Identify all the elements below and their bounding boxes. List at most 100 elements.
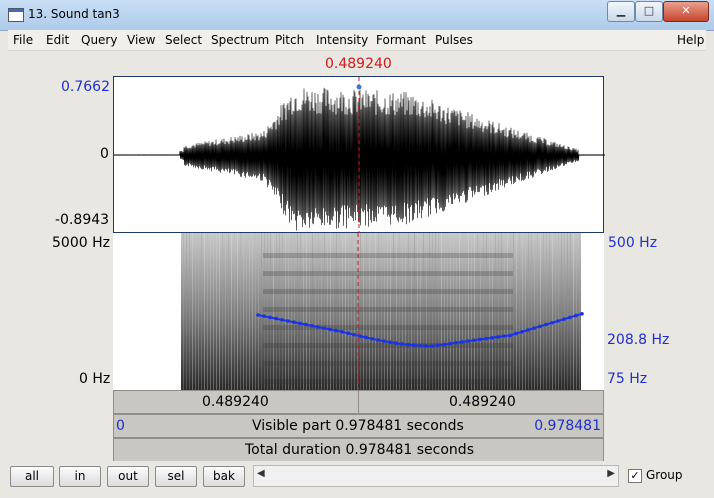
pitch-point [334, 328, 338, 333]
pitch-point [568, 315, 572, 320]
window-title: 13. Sound tan3 [28, 7, 120, 21]
waveform-plot [114, 77, 605, 234]
pitch-point [388, 340, 392, 345]
zoom-sel-button[interactable]: sel [155, 466, 197, 487]
spectrogram-plot [181, 233, 584, 390]
pitch-point [328, 327, 332, 332]
pitch-point [520, 330, 524, 334]
group-label: Group [646, 468, 683, 482]
spec-top-freq-label: 5000 Hz [52, 235, 110, 251]
pitch-point [442, 342, 446, 347]
time-segment-left-label: 0.489240 [202, 394, 269, 410]
group-checkbox[interactable]: ✓ [628, 469, 642, 483]
pitch-point [316, 325, 320, 329]
pitch-point [286, 319, 290, 323]
pitch-point [262, 314, 266, 318]
pitch-point [484, 336, 488, 341]
pitch-point [580, 312, 584, 316]
pitch-point [352, 332, 356, 337]
pitch-point [376, 338, 380, 342]
pitch-point [424, 344, 428, 348]
pitch-point [418, 343, 422, 348]
pitch-point [292, 320, 296, 324]
pitch-point [298, 321, 302, 326]
pitch-point [550, 321, 554, 325]
pitch-point [364, 335, 368, 340]
pitch-point [310, 324, 314, 328]
menu-view[interactable]: View [127, 33, 155, 47]
title-bar: 13. Sound tan3 ▁ □ ✕ [0, 0, 714, 31]
menu-formant[interactable]: Formant [376, 33, 426, 47]
visible-start-label: 0 [116, 418, 125, 434]
waveform-min-label: -0.8943 [55, 212, 110, 228]
time-segment-right-label: 0.489240 [449, 394, 516, 410]
pitch-point [526, 328, 530, 332]
scroll-right-icon[interactable]: ▶ [607, 468, 615, 479]
menu-spectrum[interactable]: Spectrum [211, 33, 269, 47]
pitch-value-label: 208.8 Hz [607, 332, 670, 348]
pitch-top-label: 500 Hz [608, 235, 658, 251]
pitch-point [544, 322, 548, 327]
pitch-point [514, 331, 518, 336]
pitch-point [508, 333, 512, 338]
time-segment-left[interactable]: 0.489240 [113, 390, 359, 414]
minimize-button[interactable]: ▁ [607, 1, 635, 22]
menu-select[interactable]: Select [165, 33, 202, 47]
pitch-point [454, 340, 458, 345]
zoom-out-button[interactable]: out [107, 466, 149, 487]
pitch-point [400, 342, 404, 346]
close-button[interactable]: ✕ [663, 1, 709, 22]
pitch-point [532, 326, 536, 330]
pitch-point [268, 315, 272, 320]
zoom-back-button[interactable]: bak [203, 466, 245, 487]
visible-part-bar[interactable]: 0 Visible part 0.978481 seconds 0.978481 [113, 414, 604, 438]
app-icon [8, 8, 24, 22]
menu-edit[interactable]: Edit [46, 33, 69, 47]
spectrogram-panel[interactable] [113, 233, 604, 390]
pitch-point [562, 317, 566, 321]
pitch-point [460, 340, 464, 344]
waveform-signal [114, 87, 605, 231]
pitch-point [382, 339, 386, 343]
pitch-point [322, 326, 326, 330]
pitch-point [430, 344, 434, 348]
pitch-bottom-label: 75 Hz [607, 371, 648, 387]
maximize-button[interactable]: □ [635, 1, 663, 22]
menu-help[interactable]: Help [677, 33, 704, 47]
pitch-point [256, 313, 260, 317]
pitch-point [502, 334, 506, 338]
pitch-point [274, 316, 278, 321]
menu-query[interactable]: Query [81, 33, 117, 47]
pitch-point [304, 322, 308, 327]
pitch-point [280, 318, 284, 322]
pitch-point [478, 337, 482, 342]
pitch-point [412, 343, 416, 348]
pitch-point [574, 313, 578, 318]
menu-intensity[interactable]: Intensity [316, 33, 368, 47]
visible-part-label: Visible part 0.978481 seconds [252, 418, 464, 434]
time-segment-right[interactable]: 0.489240 [358, 390, 604, 414]
menu-bar: File Edit Query View Select Spectrum Pit… [8, 30, 706, 51]
horizontal-scrollbar[interactable]: ◀ ▶ [253, 465, 619, 487]
pitch-point [496, 335, 500, 339]
pitch-point [490, 335, 494, 340]
total-duration-bar[interactable]: Total duration 0.978481 seconds [113, 438, 604, 462]
spec-bottom-freq-label: 0 Hz [79, 371, 111, 387]
menu-pulses[interactable]: Pulses [435, 33, 473, 47]
waveform-max-label: 0.7662 [61, 79, 110, 95]
zoom-in-button[interactable]: in [59, 466, 101, 487]
pitch-point [346, 331, 350, 336]
menu-pitch[interactable]: Pitch [275, 33, 304, 47]
scroll-left-icon[interactable]: ◀ [257, 468, 265, 479]
pitch-point [472, 338, 476, 343]
all-button[interactable]: all [10, 466, 54, 487]
total-duration-label: Total duration 0.978481 seconds [245, 442, 474, 458]
pitch-point [538, 324, 542, 329]
visible-end-label: 0.978481 [534, 418, 601, 434]
pitch-point [448, 341, 452, 346]
menu-file[interactable]: File [13, 33, 33, 47]
cursor-marker [356, 84, 362, 90]
pitch-point [394, 341, 398, 345]
waveform-panel[interactable] [113, 76, 605, 234]
waveform-zero-label: 0 [100, 146, 109, 162]
